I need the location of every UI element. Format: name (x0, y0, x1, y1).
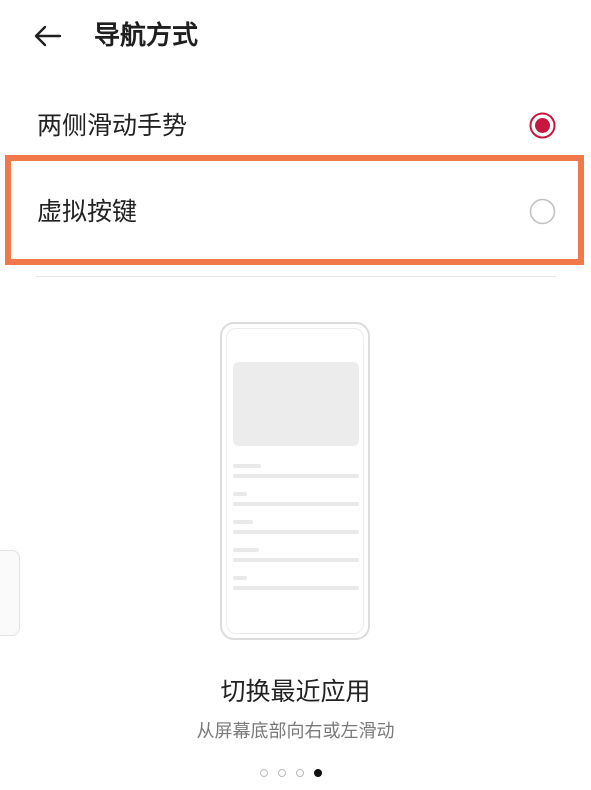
side-handle[interactable] (0, 550, 20, 636)
illustration-line (233, 502, 359, 506)
back-button[interactable] (30, 18, 66, 54)
arrow-left-icon (34, 25, 62, 47)
option-gesture-navigation[interactable]: 两侧滑动手势 (0, 86, 591, 166)
illustration-line (233, 492, 247, 496)
illustration-line (233, 464, 261, 468)
radio-selected-icon[interactable] (529, 112, 556, 139)
illustration-line (233, 576, 247, 580)
illustration-line (233, 474, 359, 478)
page-title: 导航方式 (94, 21, 199, 51)
option-label: 两侧滑动手势 (37, 111, 188, 140)
illustration-image-placeholder (233, 362, 359, 446)
header: 导航方式 (0, 0, 591, 72)
radio-unselected-icon[interactable] (529, 198, 556, 225)
page-indicator (260, 766, 340, 780)
option-label: 虚拟按键 (37, 197, 138, 226)
page-dot[interactable] (260, 769, 268, 777)
option-virtual-keys[interactable]: 虚拟按键 (0, 172, 591, 252)
illustration-line (233, 558, 359, 562)
page-dot-active[interactable] (314, 769, 322, 777)
gesture-title: 切换最近应用 (220, 677, 371, 706)
illustration-line (233, 548, 259, 552)
navigation-settings-page: 导航方式 两侧滑动手势 虚拟按键 切换最近应用 从屏幕底部向右或左滑动 (0, 0, 591, 790)
page-dot[interactable] (278, 769, 286, 777)
illustration-line (233, 530, 359, 534)
illustration-line (233, 520, 253, 524)
illustration-line (233, 586, 359, 590)
page-dot[interactable] (296, 769, 304, 777)
gesture-description: 从屏幕底部向右或左滑动 (196, 721, 395, 742)
divider (36, 276, 556, 277)
